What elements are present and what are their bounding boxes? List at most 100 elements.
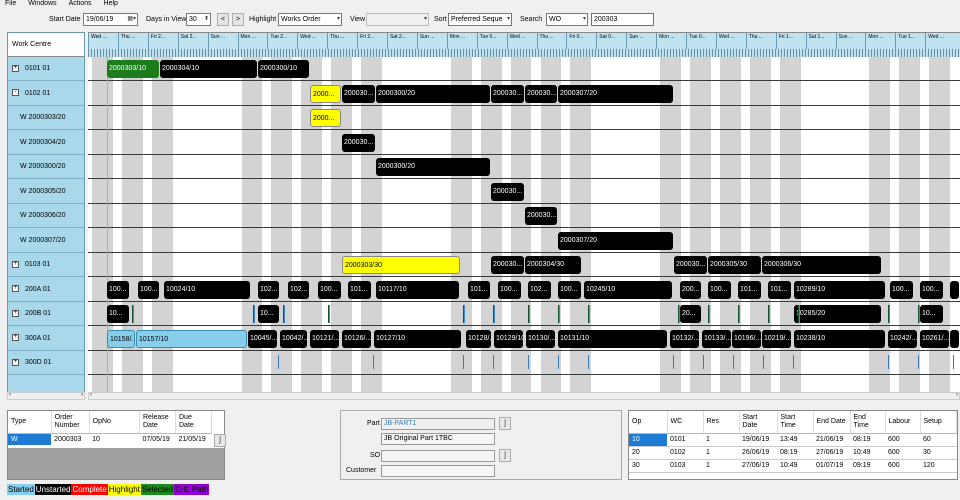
operation-bar[interactable]: 200030... <box>491 182 524 201</box>
cell-res[interactable]: 1 <box>703 433 739 447</box>
operation-marker[interactable] <box>768 305 770 323</box>
table-row[interactable]: 30 0103 1 27/06/19 10:49 01/07/19 09:19 … <box>629 459 957 473</box>
left-horizontal-scrollbar[interactable]: ‹ › <box>7 392 85 400</box>
operation-bar[interactable]: 2000... <box>310 109 341 127</box>
cell-wc[interactable]: 0103 <box>667 459 703 473</box>
operation-marker[interactable] <box>588 305 590 323</box>
operation-bar[interactable]: 10130/... <box>526 329 555 348</box>
work-centre-row[interactable]: W 2000305/20 <box>8 180 84 204</box>
cell-end-date[interactable]: 21/06/19 <box>813 433 850 447</box>
operation-bar[interactable]: 10... <box>107 305 129 323</box>
cell-wc[interactable]: 0101 <box>667 433 703 447</box>
operation-bar[interactable]: 10289/10 <box>794 280 885 299</box>
part-no-field[interactable]: JB-PART1 <box>381 418 495 430</box>
prev-button[interactable]: < <box>217 13 229 26</box>
expand-icon[interactable]: + <box>12 260 19 268</box>
operation-bar[interactable]: 10285/20 <box>794 305 881 323</box>
gantt-chart[interactable]: Wed ... Thu ... Fri 2... Sat 2... Sun ... Mon… <box>88 32 960 392</box>
works-order-table[interactable]: Type Order Number OpNo Release Date Due … <box>7 410 226 480</box>
operation-bar[interactable]: 2000304/30 <box>525 256 581 274</box>
operation-bar[interactable]: 10121/... <box>310 329 339 348</box>
operation-bar[interactable]: 100... <box>558 280 581 299</box>
col-setup[interactable]: Setup <box>920 411 957 434</box>
expand-icon[interactable]: + <box>12 309 19 317</box>
part-lookup-button[interactable]: ⌡ <box>499 417 511 430</box>
operation-bar[interactable]: 2000303/30 <box>342 256 460 274</box>
work-centre-row[interactable]: +300A 01 <box>8 327 84 351</box>
col-due-date[interactable]: Due Date <box>175 411 212 434</box>
operation-bar[interactable]: 100... <box>138 280 159 299</box>
work-centre-row[interactable]: -0102 01 <box>8 82 84 106</box>
operation-bar[interactable]: 200030... <box>525 207 557 225</box>
operation-bar[interactable]: 10242/... <box>888 329 917 348</box>
col-release-date[interactable]: Release Date <box>139 411 176 434</box>
operation-bar[interactable]: 100... <box>920 280 943 299</box>
cell-start-date[interactable]: 26/06/19 <box>739 446 777 460</box>
cell-wc[interactable]: 0102 <box>667 446 703 460</box>
expand-icon[interactable]: + <box>12 334 19 342</box>
operation-bar[interactable]: 2000300/10 <box>258 60 309 78</box>
operation-marker[interactable] <box>253 305 255 323</box>
col-type[interactable]: Type <box>8 411 52 434</box>
col-wc[interactable]: WC <box>667 411 704 434</box>
operation-bar[interactable]: 2000304/10 <box>160 60 257 78</box>
operation-bar[interactable]: 10045/... <box>248 329 277 348</box>
operation-marker[interactable] <box>673 355 674 369</box>
operation-bar[interactable]: 200030... <box>342 133 375 152</box>
cell-op[interactable]: 30 <box>629 459 667 473</box>
table-row[interactable]: W 2000303 10 07/05/19 21/05/19 <box>8 433 212 445</box>
operation-marker[interactable] <box>373 355 374 369</box>
operation-bar[interactable]: 100... <box>890 280 913 299</box>
cell-start-time[interactable]: 10:49 <box>777 459 813 473</box>
col-op[interactable]: Op <box>629 411 668 434</box>
days-in-view-spinner[interactable]: 30 ⬍ <box>186 13 211 26</box>
operation-bar[interactable]: 2000307/20 <box>558 231 673 250</box>
col-start-time[interactable]: Start Time <box>777 411 814 434</box>
operation-marker[interactable] <box>888 305 890 323</box>
cell-op[interactable]: 10 <box>629 433 667 447</box>
operation-marker[interactable] <box>463 305 465 323</box>
work-centre-row[interactable]: +300D 01 <box>8 351 84 375</box>
cell-start-time[interactable]: 08:19 <box>777 446 813 460</box>
operation-marker[interactable] <box>918 355 919 369</box>
gantt-horizontal-scrollbar[interactable]: ‹ › <box>88 392 960 400</box>
expand-icon[interactable]: + <box>12 285 19 293</box>
operation-marker[interactable] <box>528 355 529 369</box>
table-row[interactable]: 20 0102 1 26/06/19 08:19 27/06/19 10:49 … <box>629 446 957 460</box>
operation-bar[interactable]: 20... <box>680 305 701 323</box>
start-date-field[interactable]: 19/06/19 ▦▾ <box>83 13 138 26</box>
operation-bar[interactable]: 10245/10 <box>584 280 672 299</box>
operation-bar[interactable]: 10238/10 <box>794 329 885 348</box>
operation-marker[interactable] <box>132 305 134 323</box>
cell-labour[interactable]: 600 <box>885 446 920 460</box>
operation-bar[interactable]: 102... <box>258 280 279 299</box>
work-centre-row[interactable]: +0103 01 <box>8 253 84 277</box>
work-centre-row[interactable]: W 2000303/20 <box>8 106 84 130</box>
operation-marker[interactable] <box>283 305 285 323</box>
operation-bar[interactable]: 101... <box>468 280 490 299</box>
operation-bar[interactable]: 10... <box>920 305 943 323</box>
operation-bar[interactable]: 10261/... <box>920 329 949 348</box>
cell-labour[interactable]: 600 <box>885 459 920 473</box>
cell-end-time[interactable]: 08:19 <box>850 433 885 447</box>
menu-help[interactable]: Help <box>99 0 123 8</box>
wo-lookup-button[interactable]: ⌡ <box>214 434 226 447</box>
operation-bar[interactable]: 10127/10 <box>374 329 461 348</box>
operation-bar[interactable]: 100... <box>498 280 521 299</box>
operation-bar[interactable]: 2000300/20 <box>376 84 490 103</box>
cell-end-date[interactable]: 01/07/19 <box>813 459 850 473</box>
cell-start-date[interactable]: 27/06/19 <box>739 459 777 473</box>
operation-marker[interactable] <box>328 305 330 323</box>
next-button[interactable]: > <box>232 13 244 26</box>
operation-marker[interactable] <box>558 305 560 323</box>
calendar-icon[interactable]: ▦▾ <box>127 14 136 25</box>
search-field-select[interactable]: WO ▾ <box>546 13 588 26</box>
operation-bar[interactable]: 10157/10 <box>136 329 247 348</box>
menu-actions[interactable]: Actions <box>64 0 97 8</box>
search-input[interactable]: 200303 <box>591 13 654 26</box>
cell-start-time[interactable]: 13:49 <box>777 433 813 447</box>
operation-bar[interactable]: 10024/10 <box>164 280 250 299</box>
cell-release-date[interactable]: 07/05/19 <box>140 433 176 445</box>
operation-bar[interactable]: 10042/... <box>280 329 307 348</box>
operation-bar[interactable]: 2000305/30 <box>708 256 761 274</box>
